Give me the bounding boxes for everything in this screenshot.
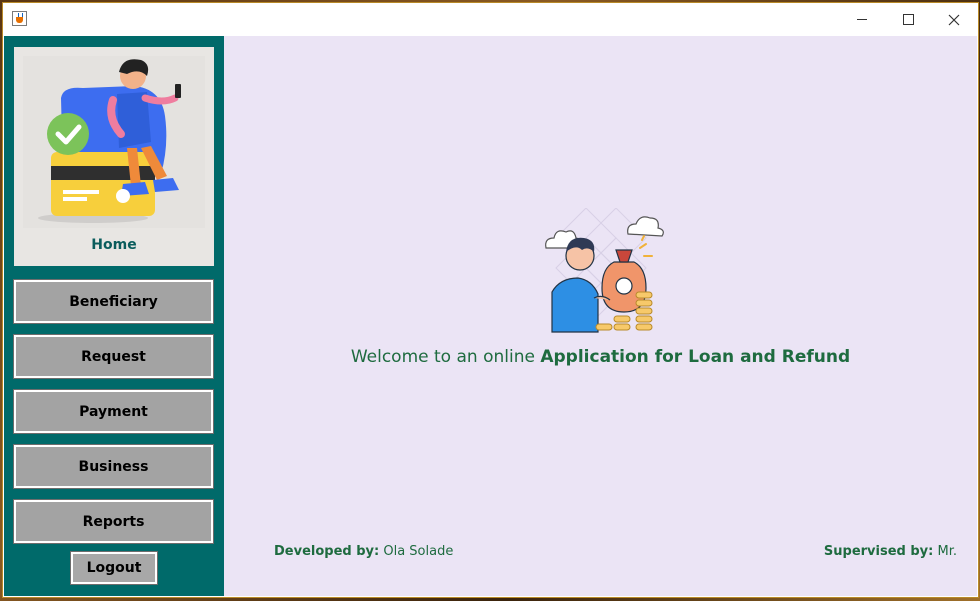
close-icon (948, 14, 960, 25)
welcome-prefix: Welcome to an online (350, 347, 541, 367)
close-button[interactable] (931, 3, 977, 36)
java-cup-icon (12, 11, 27, 26)
main-panel: Welcome to an online Application for Loa… (224, 36, 977, 596)
business-button[interactable]: Business (13, 444, 214, 489)
logout-button[interactable]: Logout (70, 551, 158, 585)
sidebar: Home Beneficiary Request Payment Busines… (4, 36, 224, 596)
person-on-card-illustration (23, 56, 205, 228)
developer-name: Ola Solade (383, 544, 454, 559)
welcome-highlight: Application for Loan and Refund (540, 347, 851, 367)
title-bar[interactable] (3, 3, 978, 36)
home-label: Home (91, 237, 137, 253)
minimize-icon (857, 19, 867, 20)
welcome-message: Welcome to an online Application for Loa… (224, 347, 977, 367)
person-with-money-bag-illustration (545, 208, 664, 333)
supervisor-credit: Supervised by: Mr. (824, 544, 957, 559)
supervisor-name: Mr. (937, 544, 958, 559)
app-window: Home Beneficiary Request Payment Busines… (3, 3, 978, 597)
beneficiary-button[interactable]: Beneficiary (13, 279, 214, 324)
developed-by-label: Developed by: (274, 544, 380, 559)
content-area: Home Beneficiary Request Payment Busines… (4, 36, 977, 596)
request-button[interactable]: Request (13, 334, 214, 379)
home-button[interactable]: Home (14, 47, 214, 266)
minimize-button[interactable] (839, 3, 885, 36)
supervised-by-label: Supervised by: (823, 544, 934, 559)
reports-button[interactable]: Reports (13, 499, 214, 544)
payment-button[interactable]: Payment (13, 389, 214, 434)
maximize-button[interactable] (885, 3, 931, 36)
maximize-icon (902, 14, 914, 25)
developer-credit: Developed by: Ola Solade (274, 544, 453, 559)
